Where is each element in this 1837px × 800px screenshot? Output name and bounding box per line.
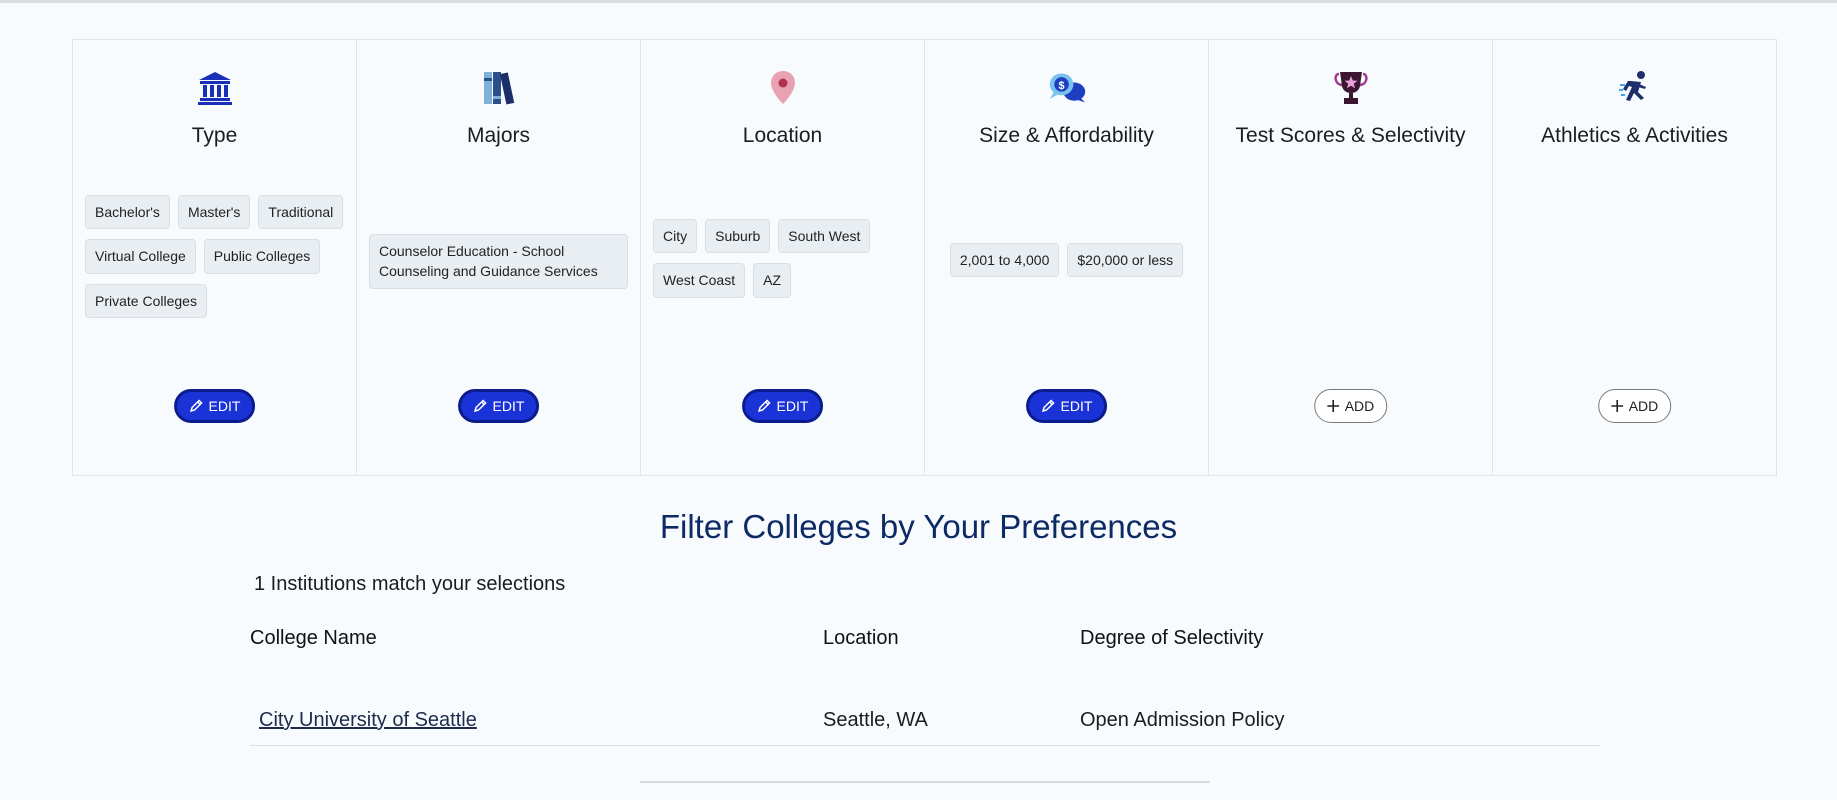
card-test-scores: Test Scores & Selectivity ADD <box>1209 40 1493 475</box>
filter-section-title: Filter Colleges by Your Preferences <box>659 508 1178 545</box>
chip[interactable]: 2,001 to 4,000 <box>949 243 1060 278</box>
top-divider <box>0 0 1837 3</box>
chat-dollar-icon: $ <box>1047 68 1087 108</box>
table-row: City University of Seattle Seattle, WA O… <box>250 696 1600 746</box>
card-size-affordability: $ Size & Affordability 2,001 to 4,000 $2… <box>925 40 1209 475</box>
chip[interactable]: Counselor Education - School Counseling … <box>369 234 628 289</box>
svg-text:$: $ <box>1058 80 1064 92</box>
preference-cards: Type Bachelor's Master's Traditional Vir… <box>72 39 1777 476</box>
button-label: ADD <box>1344 398 1375 414</box>
chip[interactable]: Private Colleges <box>85 283 207 318</box>
card-title: Size & Affordability <box>979 124 1154 147</box>
card-title: Majors <box>466 124 530 147</box>
runner-icon <box>1615 68 1655 108</box>
chip-list: Counselor Education - School Counseling … <box>369 234 628 289</box>
chip[interactable]: Master's <box>177 195 251 230</box>
add-athletics-button[interactable]: ADD <box>1597 389 1672 423</box>
card-type: Type Bachelor's Master's Traditional Vir… <box>73 40 357 475</box>
college-link[interactable]: City University of Seattle <box>259 709 477 731</box>
chip[interactable]: West Coast <box>653 263 746 298</box>
add-test-scores-button[interactable]: ADD <box>1313 389 1388 423</box>
card-majors: Majors Counselor Education - School Coun… <box>357 40 641 475</box>
match-count: 1 Institutions match your selections <box>254 573 566 595</box>
card-title: Location <box>742 124 823 147</box>
button-label: EDIT <box>208 398 241 414</box>
plus-icon <box>1610 400 1623 412</box>
edit-majors-button[interactable]: EDIT <box>457 389 540 423</box>
table-header: College Name Location Degree of Selectiv… <box>250 620 1600 656</box>
column-header-location[interactable]: Location <box>823 627 1080 650</box>
chip[interactable]: Virtual College <box>85 239 196 274</box>
chip[interactable]: Bachelor's <box>85 195 170 230</box>
button-label: ADD <box>1628 398 1659 414</box>
chip-list: 2,001 to 4,000 $20,000 or less <box>937 243 1196 278</box>
chip[interactable]: $20,000 or less <box>1067 243 1184 278</box>
results-table: College Name Location Degree of Selectiv… <box>250 620 1600 746</box>
map-pin-icon <box>763 68 803 108</box>
cell-location: Seattle, WA <box>823 709 928 731</box>
card-location: Location City Suburb South West West Coa… <box>641 40 925 475</box>
button-label: EDIT <box>492 398 525 414</box>
pencil-icon <box>757 399 771 413</box>
pencil-icon <box>1041 399 1055 413</box>
column-header-selectivity[interactable]: Degree of Selectivity <box>1080 627 1600 650</box>
chip[interactable]: South West <box>778 219 871 254</box>
pencil-icon <box>189 399 203 413</box>
card-title: Type <box>191 124 238 147</box>
edit-location-button[interactable]: EDIT <box>741 389 824 423</box>
pencil-icon <box>473 399 487 413</box>
edit-size-affordability-button[interactable]: EDIT <box>1025 389 1108 423</box>
chip-list: Bachelor's Master's Traditional Virtual … <box>85 195 344 318</box>
cell-college-name: City University of Seattle <box>250 709 823 732</box>
chip[interactable]: Traditional <box>258 195 344 230</box>
card-title: Test Scores & Selectivity <box>1235 124 1466 147</box>
button-label: EDIT <box>1060 398 1093 414</box>
card-athletics: Athletics & Activities ADD <box>1493 40 1776 475</box>
button-label: EDIT <box>776 398 809 414</box>
books-icon <box>479 68 519 108</box>
bottom-divider <box>640 781 1210 783</box>
trophy-icon <box>1331 68 1371 108</box>
plus-icon <box>1326 400 1339 412</box>
chip[interactable]: Public Colleges <box>203 239 321 274</box>
chip-list: City Suburb South West West Coast AZ <box>653 219 912 298</box>
edit-type-button[interactable]: EDIT <box>173 389 256 423</box>
chip[interactable]: AZ <box>753 263 791 298</box>
bank-icon <box>195 68 235 108</box>
cell-selectivity: Open Admission Policy <box>1080 709 1285 731</box>
card-title: Athletics & Activities <box>1541 124 1728 147</box>
column-header-college-name[interactable]: College Name <box>250 627 823 650</box>
chip[interactable]: City <box>653 219 698 254</box>
chip[interactable]: Suburb <box>705 219 771 254</box>
